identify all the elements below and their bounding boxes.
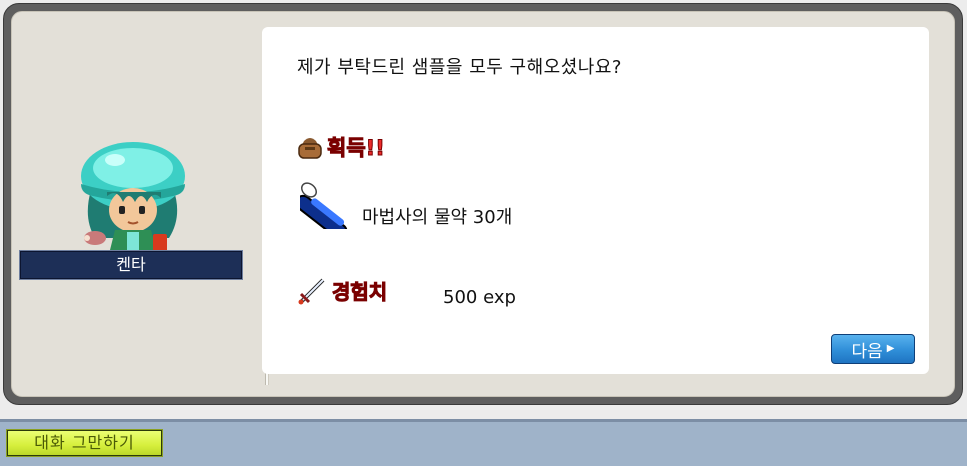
bottom-rule xyxy=(0,419,967,422)
sword-icon xyxy=(298,278,325,305)
reward-item-text: 마법사의 물약 30개 xyxy=(362,207,513,228)
arrow-right-icon: ▶ xyxy=(886,343,895,354)
dialog-question: 제가 부탁드린 샘플을 모두 구해오셨나요? xyxy=(297,57,622,78)
exp-label: 경험치 xyxy=(331,280,388,305)
bag-icon xyxy=(298,138,322,159)
exp-value: 500 exp xyxy=(443,287,516,308)
end-chat-button[interactable]: 대화 그만하기 xyxy=(6,429,163,457)
next-button[interactable]: 다음 ▶ xyxy=(831,334,915,364)
npc-nameplate: 켄타 xyxy=(19,250,243,280)
npc-portrait xyxy=(81,142,185,260)
obtain-label: 획득!! xyxy=(327,136,386,161)
potion-icon xyxy=(300,182,348,229)
dialog-text-panel xyxy=(262,27,929,374)
next-button-label: 다음 xyxy=(851,341,883,362)
